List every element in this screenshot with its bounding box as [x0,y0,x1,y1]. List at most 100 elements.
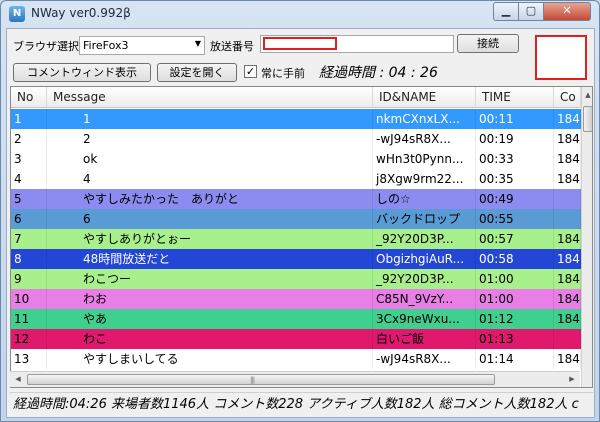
connect-button[interactable]: 接続 [457,34,519,53]
cell-no: 11 [11,309,47,329]
main-window: N NWay ver0.992β ▁ ▢ ✕ ブラウザ選択 FireFox3 ▼… [0,0,600,422]
cell-no: 6 [11,209,47,229]
cell-time: 01:00 [476,289,554,309]
cell-time: 01:12 [476,309,554,329]
cell-message: ok [47,149,373,169]
scroll-left-icon[interactable]: ◀ [10,372,26,387]
browser-select[interactable]: FireFox3 ▼ [79,36,205,55]
cell-time: 00:11 [476,109,554,129]
broadcast-number-label: 放送番号 [210,40,254,53]
cell-time: 00:19 [476,129,554,149]
browser-select-value: FireFox3 [83,39,129,52]
always-on-top-label[interactable]: 常に手前 [261,65,305,81]
comment-grid[interactable]: No Message ID&NAME TIME Co 1 1 nkmCXnxLX..… [10,86,593,388]
cell-no: 12 [11,329,47,349]
column-header-id-name[interactable]: ID&NAME [373,87,476,108]
scroll-up-icon[interactable]: ▲ [582,87,592,104]
always-on-top-checkbox[interactable]: ✓ [244,65,257,78]
cell-no: 4 [11,169,47,189]
cell-id-name: ObgizhgiAuR... [373,249,476,269]
table-row[interactable]: 7 やすしありがとぉー _92Y20D3P... 00:57 184 [11,229,581,249]
cell-time: 01:13 [476,329,554,349]
cell-message: やすしみたかった ありがと [47,189,373,209]
vertical-scroll-thumb[interactable] [583,106,592,132]
cell-time: 00:57 [476,229,554,249]
vertical-scrollbar[interactable]: ▲ [581,87,592,387]
table-row[interactable]: 11 やあ 3Cx9neWxu... 01:12 184 [11,309,581,329]
cell-id-name: しの☆ [373,189,476,209]
cell-no: 7 [11,229,47,249]
cell-time: 01:00 [476,269,554,289]
cell-message: やすしまいしてる [47,349,373,369]
column-header-co[interactable]: Co [554,87,581,108]
cell-co [554,329,581,349]
cell-time: 00:55 [476,209,554,229]
cell-co [554,209,581,229]
scroll-right-icon[interactable]: ▶ [564,372,580,387]
cell-id-name: -wJ94sR8X... [373,129,476,149]
broadcast-number-input[interactable] [260,35,454,53]
column-header-message[interactable]: Message [47,87,373,108]
browser-select-label: ブラウザ選択 [13,40,79,53]
cell-id-name: バックドロップ [373,209,476,229]
status-bar: 経過時間:04:26 来場者数1146人 コメント数228 アクティブ人数182… [10,392,593,416]
table-row[interactable]: 3 ok wHn3t0Pynn... 00:33 184 [11,149,581,169]
table-row[interactable]: 4 4 j8Xgw9rm22... 00:35 184 [11,169,581,189]
cell-co: 184 [554,289,581,309]
column-header-time[interactable]: TIME [476,87,554,108]
comment-window-button[interactable]: コメントウィンド表示 [13,63,151,82]
minimize-button[interactable]: ▁ [493,2,519,21]
table-row[interactable]: 6 6 バックドロップ 00:55 [11,209,581,229]
cell-id-name: 3Cx9neWxu... [373,309,476,329]
cell-co: 184 [554,109,581,129]
cell-co: 184 [554,229,581,249]
cell-message: やすしありがとぉー [47,229,373,249]
cell-id-name: C85N_9VzY... [373,289,476,309]
cell-message: やあ [47,309,373,329]
cell-id-name: -wJ94sR8X... [373,349,476,369]
title-bar[interactable]: N NWay ver0.992β ▁ ▢ ✕ [1,1,599,27]
cell-message: わお [47,289,373,309]
maximize-button[interactable]: ▢ [518,2,544,21]
horizontal-scroll-thumb[interactable]: ||| [27,374,495,385]
cell-time: 01:14 [476,349,554,369]
cell-message: わこつー [47,269,373,289]
cell-co: 184 [554,249,581,269]
cell-co: 184 [554,309,581,329]
cell-time: 00:58 [476,249,554,269]
close-button[interactable]: ✕ [543,2,591,21]
cell-id-name: _92Y20D3P... [373,269,476,289]
cell-no: 3 [11,149,47,169]
cell-co: 184 [554,169,581,189]
grid-header: No Message ID&NAME TIME Co [11,87,581,108]
cell-no: 1 [11,109,47,129]
cell-id-name: _92Y20D3P... [373,229,476,249]
column-header-no[interactable]: No [11,87,47,108]
cell-id-name: 白いご飯 [373,329,476,349]
open-settings-button[interactable]: 設定を開く [157,63,237,82]
table-row[interactable]: 13 やすしまいしてる -wJ94sR8X... 01:14 184 [11,349,581,369]
cell-no: 2 [11,129,47,149]
table-row[interactable]: 2 2 -wJ94sR8X... 00:19 184 [11,129,581,149]
table-row[interactable]: 5 やすしみたかった ありがと しの☆ 00:49 [11,189,581,209]
table-row[interactable]: 10 わお C85N_9VzY... 01:00 184 [11,289,581,309]
elapsed-time-label: 経過時間 : 04 : 26 [319,65,438,81]
app-icon[interactable]: N [9,6,25,22]
cell-id-name: nkmCXnxLX... [373,109,476,129]
cell-time: 00:33 [476,149,554,169]
horizontal-scrollbar[interactable]: ◀ ||| ▶ [10,371,580,387]
chevron-down-icon[interactable]: ▼ [195,39,201,48]
table-row[interactable]: 1 1 nkmCXnxLX... 00:11 184 [11,109,581,129]
cell-message: 6 [47,209,373,229]
cell-message: 4 [47,169,373,189]
cell-id-name: j8Xgw9rm22... [373,169,476,189]
table-row[interactable]: 9 わこつー _92Y20D3P... 01:00 184 [11,269,581,289]
cell-co: 184 [554,269,581,289]
cell-message: わこ [47,329,373,349]
table-row[interactable]: 8 48時間放送だと ObgizhgiAuR... 00:58 184 [11,249,581,269]
cell-no: 5 [11,189,47,209]
table-row[interactable]: 12 わこ 白いご飯 01:13 [11,329,581,349]
window-title: NWay ver0.992β [31,6,131,20]
cell-message: 1 [47,109,373,129]
cell-message: 2 [47,129,373,149]
